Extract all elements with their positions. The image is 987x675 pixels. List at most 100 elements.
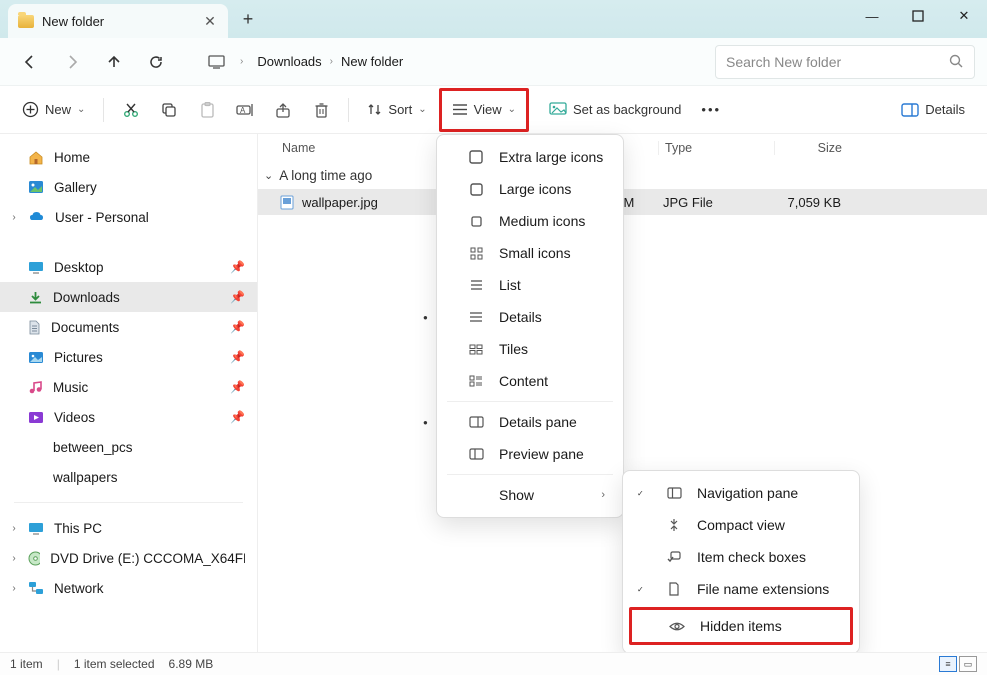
- file-icon: [665, 582, 683, 596]
- sort-button[interactable]: Sort ⌄: [359, 93, 434, 127]
- sidebar-item-pictures[interactable]: Pictures 📌: [0, 342, 257, 372]
- sidebar-item-user[interactable]: › User - Personal: [0, 202, 257, 232]
- menu-item-small-icons[interactable]: Small icons: [437, 237, 623, 269]
- grid-icon: [467, 247, 485, 260]
- details-pane-icon: [467, 416, 485, 428]
- col-size[interactable]: Size: [774, 141, 852, 155]
- menu-item-large-icons[interactable]: Large icons: [437, 173, 623, 205]
- chevron-down-icon: ⌄: [264, 169, 273, 182]
- image-file-icon: [280, 195, 294, 210]
- compact-icon: [665, 518, 683, 532]
- square-icon: [467, 183, 485, 196]
- bullet-selected-icon: ●: [423, 313, 435, 322]
- sidebar-item-dvd[interactable]: › DVD Drive (E:) CCCOMA_X64FRE_EN: [0, 543, 257, 573]
- menu-item-details-pane[interactable]: ● Details pane: [437, 406, 623, 438]
- menu-item-preview-pane[interactable]: Preview pane: [437, 438, 623, 470]
- breadcrumb-item[interactable]: Downloads: [257, 54, 321, 69]
- copy-button[interactable]: [152, 93, 186, 127]
- breadcrumb-sep: ›: [240, 56, 243, 67]
- view-button[interactable]: View ⌄: [444, 93, 524, 127]
- menu-item-tiles[interactable]: Tiles: [437, 333, 623, 365]
- pin-icon: 📌: [230, 290, 245, 304]
- sidebar-item-gallery[interactable]: Gallery: [0, 172, 257, 202]
- sidebar-item-home[interactable]: Home: [0, 142, 257, 172]
- paste-button[interactable]: [190, 93, 224, 127]
- new-tab-button[interactable]: +: [234, 5, 262, 33]
- view-menu: Extra large icons Large icons Medium ico…: [436, 134, 624, 518]
- sidebar-item-folder[interactable]: between_pcs: [0, 432, 257, 462]
- set-background-button[interactable]: Set as background: [541, 93, 689, 127]
- menu-item-file-extensions[interactable]: ✓ File name extensions: [623, 573, 859, 605]
- menu-item-show[interactable]: Show ›: [437, 479, 623, 511]
- menu-item-details[interactable]: ● Details: [437, 301, 623, 333]
- chevron-right-icon: ›: [8, 583, 20, 594]
- menu-item-list[interactable]: List: [437, 269, 623, 301]
- menu-item-checkboxes[interactable]: Item check boxes: [623, 541, 859, 573]
- close-window-button[interactable]: ✕: [941, 0, 987, 32]
- menu-item-xl-icons[interactable]: Extra large icons: [437, 141, 623, 173]
- refresh-button[interactable]: [138, 44, 174, 80]
- forward-button[interactable]: [54, 44, 90, 80]
- bullet-selected-icon: ●: [423, 418, 435, 427]
- details-view-button[interactable]: ≡: [939, 656, 957, 672]
- chevron-right-icon: ›: [8, 212, 20, 223]
- minimize-button[interactable]: —: [849, 0, 895, 32]
- breadcrumb-item[interactable]: New folder: [341, 54, 403, 69]
- close-tab-button[interactable]: ✕: [202, 13, 218, 29]
- cut-button[interactable]: [114, 93, 148, 127]
- chevron-down-icon: ⌄: [77, 104, 85, 115]
- sidebar-item-folder[interactable]: wallpapers: [0, 462, 257, 492]
- share-button[interactable]: [266, 93, 300, 127]
- col-type[interactable]: Type: [658, 141, 774, 155]
- navbar: › Downloads › New folder Search New fold…: [0, 38, 987, 86]
- menu-item-nav-pane[interactable]: ✓ Navigation pane: [623, 477, 859, 509]
- content-icon: [467, 375, 485, 387]
- pc-icon[interactable]: [198, 44, 234, 80]
- sidebar-item-documents[interactable]: Documents 📌: [0, 312, 257, 342]
- folder-icon: [28, 471, 43, 483]
- tab-title: New folder: [42, 14, 194, 29]
- breadcrumb: Downloads › New folder: [249, 54, 709, 69]
- sidebar: Home Gallery › User - Personal Desktop 📌…: [0, 134, 258, 652]
- tiles-icon: [467, 344, 485, 355]
- toolbar: New ⌄ A Sort ⌄ View ⌄ Set as background …: [0, 86, 987, 134]
- list-icon: [467, 279, 485, 291]
- search-input[interactable]: Search New folder: [715, 45, 975, 79]
- pin-icon: 📌: [230, 320, 245, 334]
- window-tab[interactable]: New folder ✕: [8, 4, 228, 38]
- menu-item-medium-icons[interactable]: Medium icons: [437, 205, 623, 237]
- back-button[interactable]: [12, 44, 48, 80]
- thumbnails-view-button[interactable]: ▭: [959, 656, 977, 672]
- menu-item-hidden-items[interactable]: Hidden items: [632, 610, 850, 642]
- show-submenu: ✓ Navigation pane Compact view Item chec…: [622, 470, 860, 654]
- status-count: 1 item: [10, 657, 43, 671]
- statusbar: 1 item | 1 item selected 6.89 MB ≡ ▭: [0, 652, 987, 675]
- sidebar-item-network[interactable]: › Network: [0, 573, 257, 603]
- sidebar-item-desktop[interactable]: Desktop 📌: [0, 252, 257, 282]
- rename-button[interactable]: A: [228, 93, 262, 127]
- sidebar-item-downloads[interactable]: Downloads 📌: [0, 282, 257, 312]
- sidebar-item-videos[interactable]: Videos 📌: [0, 402, 257, 432]
- menu-item-compact-view[interactable]: Compact view: [623, 509, 859, 541]
- menu-item-content[interactable]: Content: [437, 365, 623, 397]
- chevron-down-icon: ⌄: [418, 104, 426, 115]
- maximize-button[interactable]: [895, 0, 941, 32]
- search-icon: [949, 54, 964, 69]
- details-pane-button[interactable]: Details: [893, 93, 973, 127]
- more-button[interactable]: •••: [693, 93, 729, 127]
- square-icon: [467, 150, 485, 164]
- view-button-highlight: View ⌄: [439, 88, 529, 132]
- sidebar-item-music[interactable]: Music 📌: [0, 372, 257, 402]
- new-button[interactable]: New ⌄: [14, 93, 93, 127]
- window-controls: — ✕: [849, 0, 987, 32]
- pin-icon: 📌: [230, 350, 245, 364]
- check-icon: ✓: [637, 585, 649, 594]
- titlebar: New folder ✕ + — ✕: [0, 0, 987, 38]
- delete-button[interactable]: [304, 93, 338, 127]
- eye-icon: [668, 621, 686, 632]
- svg-text:A: A: [240, 106, 246, 115]
- sidebar-item-this-pc[interactable]: › This PC: [0, 513, 257, 543]
- search-placeholder: Search New folder: [726, 54, 949, 70]
- checkbox-icon: [665, 551, 683, 564]
- up-button[interactable]: [96, 44, 132, 80]
